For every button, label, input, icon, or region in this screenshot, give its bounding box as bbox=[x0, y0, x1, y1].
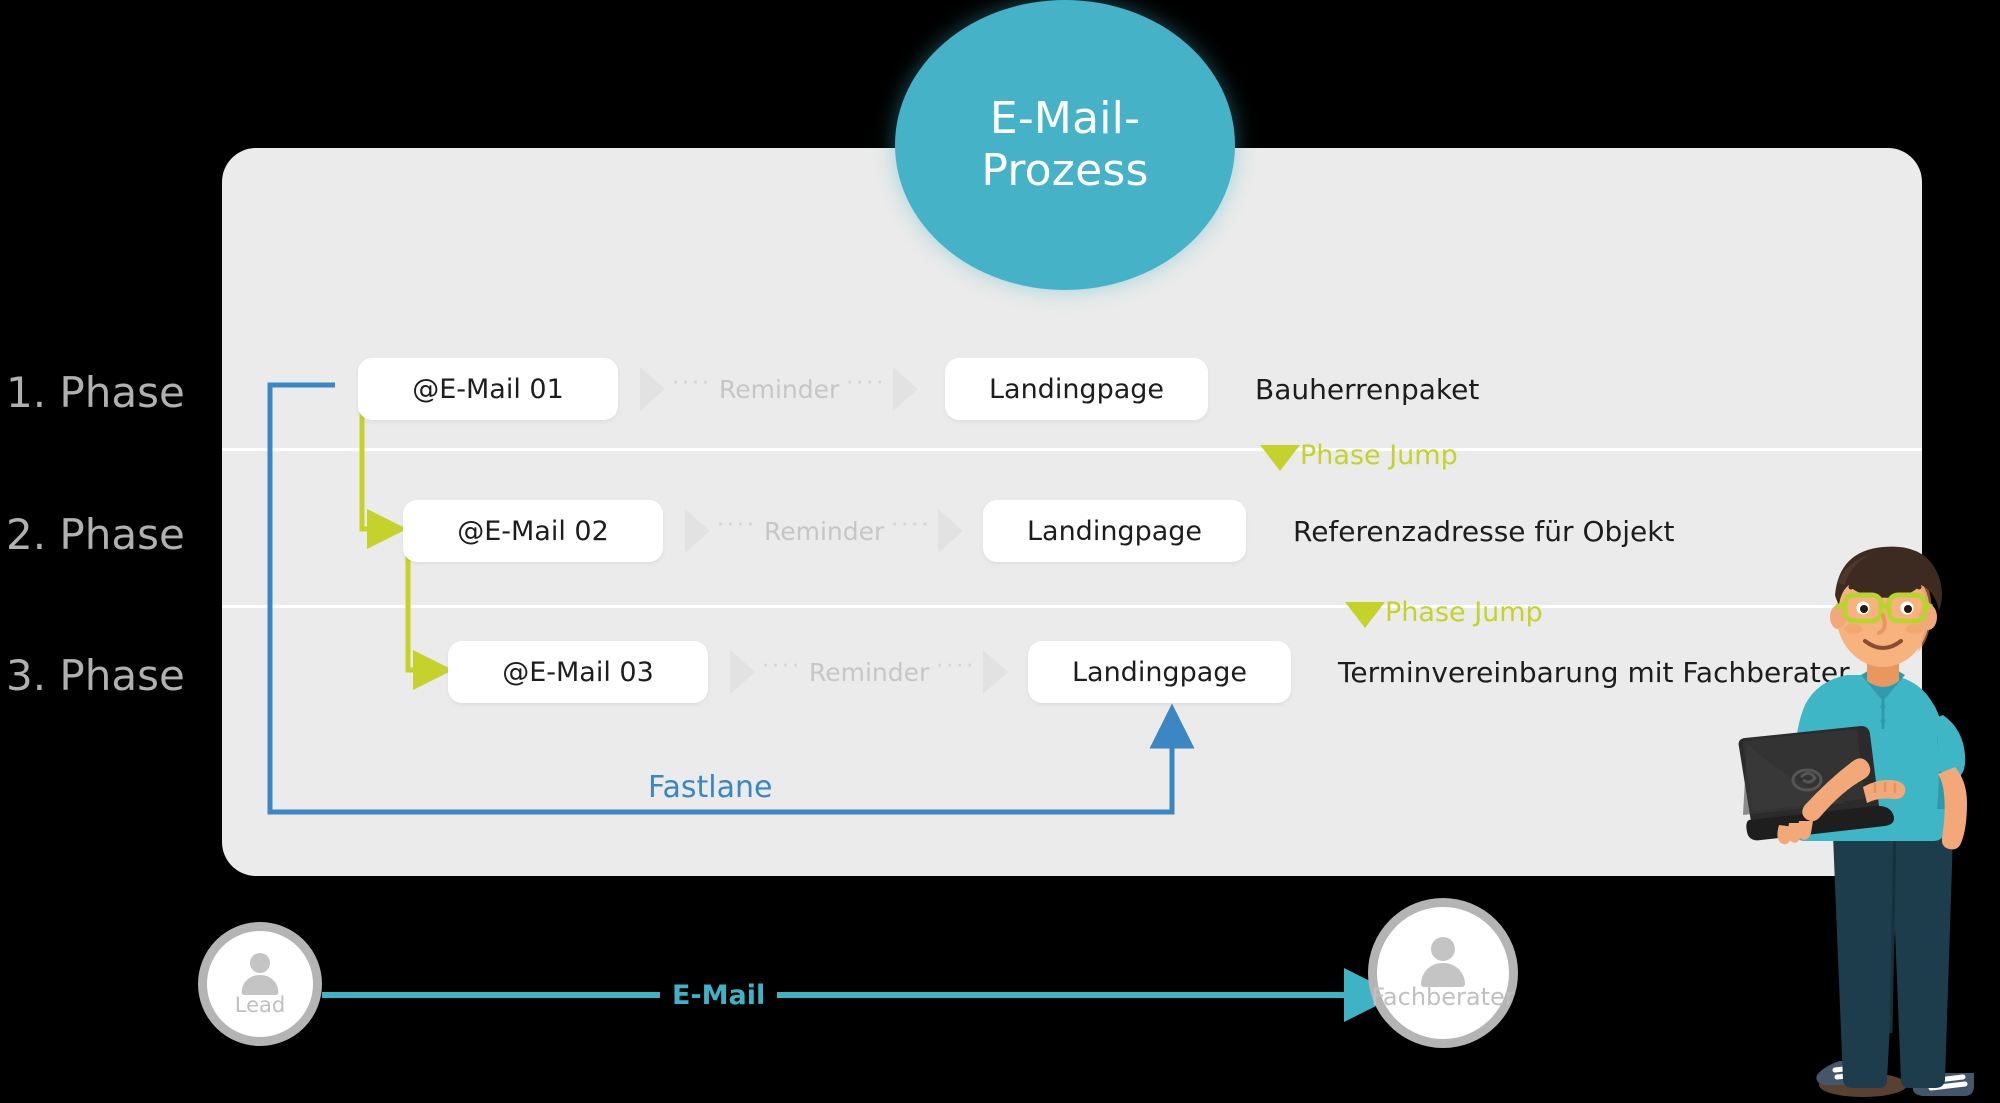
fastlane-label: Fastlane bbox=[648, 770, 773, 805]
email-node-2[interactable]: @E-Mail 02 bbox=[403, 500, 663, 562]
reminder-label-3: Reminder bbox=[808, 657, 930, 687]
phase-jump-marker-1: Phase Jump bbox=[1260, 440, 1458, 471]
process-title-line1: E-Mail- bbox=[989, 93, 1141, 145]
reminder-arrow-left-icon bbox=[640, 367, 665, 411]
phase-description-1: Bauherrenpaket bbox=[1255, 373, 1480, 406]
phase-jump-marker-2: Phase Jump bbox=[1345, 597, 1543, 628]
reminder-group-3: ···· Reminder ···· bbox=[730, 641, 1009, 703]
phase-jump-triangle-icon bbox=[1260, 444, 1300, 471]
landingpage-node-3[interactable]: Landingpage bbox=[1028, 641, 1291, 703]
landingpage-node-1[interactable]: Landingpage bbox=[945, 358, 1208, 420]
reminder-group-2: ···· Reminder ···· bbox=[685, 500, 964, 562]
reminder-group-1: ···· Reminder ···· bbox=[640, 358, 919, 420]
reminder-arrow-right-icon bbox=[938, 509, 964, 553]
person-icon bbox=[1420, 937, 1466, 987]
email-flow-label: E-Mail bbox=[660, 980, 778, 1011]
reminder-dots-left-icon: ···· bbox=[672, 371, 712, 396]
reminder-dots-right-icon: ···· bbox=[936, 654, 977, 679]
phase-jump-triangle-icon bbox=[1345, 601, 1385, 628]
process-title-bubble: E-Mail- Prozess bbox=[895, 0, 1235, 290]
man-with-laptop-illustration bbox=[1738, 546, 1974, 1097]
reminder-dots-right-icon: ···· bbox=[891, 513, 932, 538]
reminder-arrow-left-icon bbox=[730, 650, 755, 694]
reminder-dots-right-icon: ···· bbox=[846, 371, 887, 396]
phase-jump-label-2: Phase Jump bbox=[1385, 597, 1543, 628]
reminder-arrow-right-icon bbox=[893, 367, 919, 411]
email-node-1[interactable]: @E-Mail 01 bbox=[358, 358, 618, 420]
phase-label-1: 1. Phase bbox=[6, 368, 185, 417]
reminder-label-2: Reminder bbox=[763, 516, 885, 546]
reminder-arrow-left-icon bbox=[685, 509, 710, 553]
landingpage-node-2[interactable]: Landingpage bbox=[983, 500, 1246, 562]
email-node-3[interactable]: @E-Mail 03 bbox=[448, 641, 708, 703]
person-icon bbox=[241, 952, 279, 995]
phase-description-2: Referenzadresse für Objekt bbox=[1293, 515, 1675, 548]
actor-fachberater-label: Fachberater bbox=[1371, 983, 1515, 1011]
actor-lead[interactable]: Lead bbox=[198, 922, 322, 1046]
actor-lead-label: Lead bbox=[234, 992, 286, 1017]
phase-separator-1 bbox=[222, 448, 1922, 451]
reminder-dots-left-icon: ···· bbox=[717, 513, 757, 538]
actor-fachberater[interactable]: Fachberater bbox=[1368, 898, 1518, 1048]
reminder-label-1: Reminder bbox=[718, 374, 840, 404]
process-title-line2: Prozess bbox=[981, 145, 1149, 196]
phase-separator-2 bbox=[222, 605, 1922, 608]
reminder-dots-left-icon: ···· bbox=[762, 654, 802, 679]
phase-label-3: 3. Phase bbox=[6, 651, 185, 700]
phase-jump-label-1: Phase Jump bbox=[1300, 440, 1458, 471]
reminder-arrow-right-icon bbox=[983, 650, 1009, 694]
phase-label-2: 2. Phase bbox=[6, 510, 185, 559]
diagram-canvas: E-Mail- Prozess 1. Phase 2. Phase 3. Pha… bbox=[0, 0, 2000, 1103]
